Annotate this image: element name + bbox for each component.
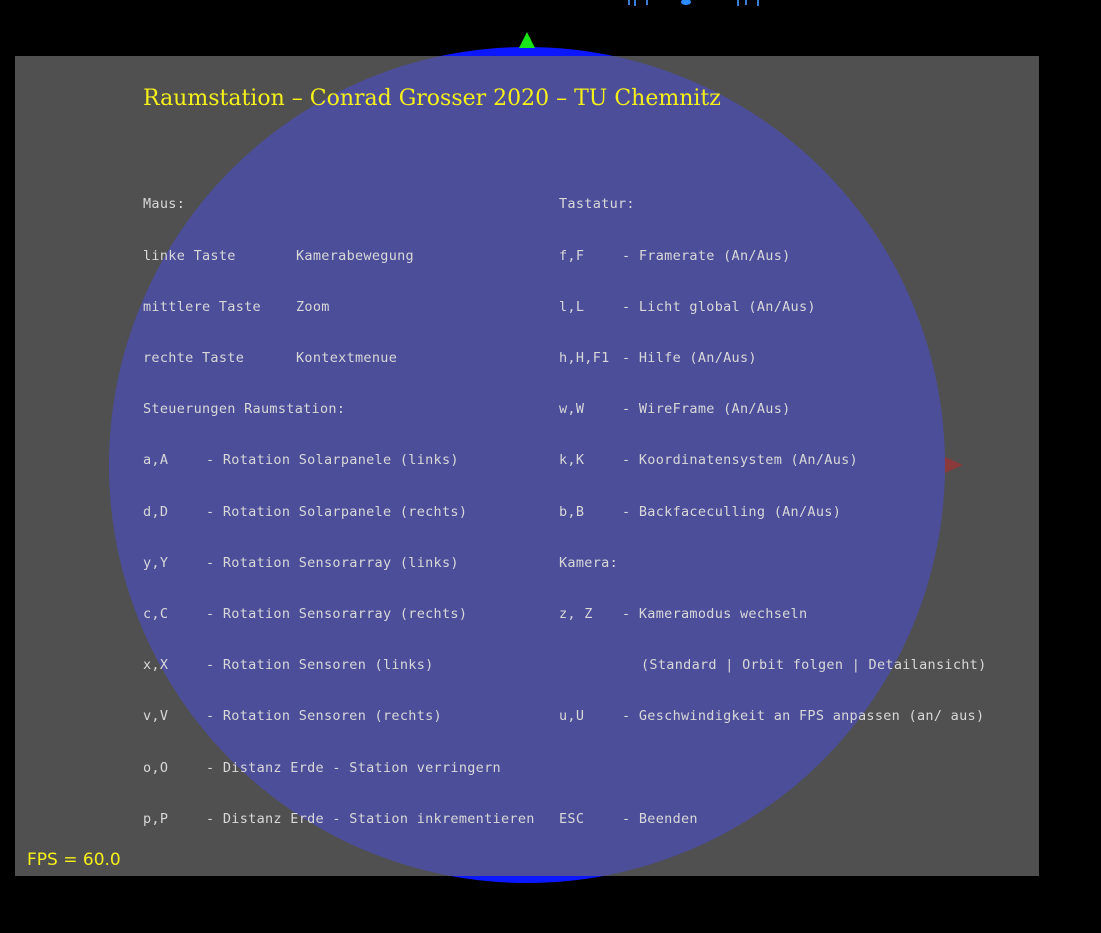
keyboard-key: w,W	[559, 401, 585, 417]
mouse-key: rechte Taste	[143, 350, 245, 366]
keyboard-action: - Koordinatensystem (An/Aus)	[622, 452, 858, 468]
camera-action: - Kameramodus wechseln	[622, 606, 808, 622]
station-key: c,C	[143, 606, 169, 622]
keyboard-action: - Backfaceculling (An/Aus)	[622, 504, 842, 520]
keyboard-key: k,K	[559, 452, 585, 468]
station-key: y,Y	[143, 555, 169, 571]
mouse-heading: Maus:	[143, 196, 186, 212]
help-overlay: Raumstation – Conrad Grosser 2020 – TU C…	[15, 56, 1039, 876]
station-key: p,P	[143, 811, 169, 827]
camera-heading: Kamera:	[559, 555, 618, 571]
station-key: x,X	[143, 657, 169, 673]
keyboard-key: b,B	[559, 504, 585, 520]
globe-overlay	[109, 56, 963, 876]
mouse-action: Kamerabewegung	[296, 248, 414, 264]
station-key: o,O	[143, 760, 169, 776]
keyboard-action: - Hilfe (An/Aus)	[622, 350, 757, 366]
satellite-fragment	[628, 0, 759, 6]
station-heading: Steuerungen Raumstation:	[143, 401, 346, 417]
station-action: - Rotation Sensoren (links)	[206, 657, 434, 673]
camera-action: - Geschwindigkeit an FPS anpassen (an/ a…	[622, 708, 985, 724]
station-action: - Rotation Solarpanele (links)	[206, 452, 459, 468]
keyboard-action: - Framerate (An/Aus)	[622, 248, 791, 264]
station-action: - Distanz Erde - Station inkrementieren	[206, 811, 535, 827]
mouse-key: linke Taste	[143, 248, 236, 264]
keyboard-key: l,L	[559, 299, 585, 315]
station-action: - Rotation Sensorarray (rechts)	[206, 606, 468, 622]
station-key: d,D	[143, 504, 169, 520]
camera-key: u,U	[559, 708, 585, 724]
station-action: - Distanz Erde - Station verringern	[206, 760, 501, 776]
station-action: - Rotation Sensorarray (links)	[206, 555, 459, 571]
mouse-action: Kontextmenue	[296, 350, 398, 366]
keyboard-action: - Licht global (An/Aus)	[622, 299, 816, 315]
x-axis-arrow-icon	[945, 457, 963, 473]
exit-key: ESC	[559, 811, 585, 827]
station-key: v,V	[143, 708, 169, 724]
fps-counter: FPS = 60.0	[27, 850, 121, 870]
page-title: Raumstation – Conrad Grosser 2020 – TU C…	[143, 86, 721, 111]
keyboard-action: - WireFrame (An/Aus)	[622, 401, 791, 417]
y-axis-arrow-icon	[519, 32, 535, 48]
station-key: a,A	[143, 452, 169, 468]
keyboard-key: h,H,F1	[559, 350, 610, 366]
station-action: - Rotation Sensoren (rechts)	[206, 708, 442, 724]
keyboard-heading: Tastatur:	[559, 196, 635, 212]
station-action: - Rotation Solarpanele (rechts)	[206, 504, 468, 520]
mouse-action: Zoom	[296, 299, 330, 315]
keyboard-key: f,F	[559, 248, 585, 264]
mouse-key: mittlere Taste	[143, 299, 261, 315]
camera-key: z, Z	[559, 606, 593, 622]
exit-action: - Beenden	[622, 811, 698, 827]
camera-action: (Standard | Orbit folgen | Detailansicht…	[641, 657, 987, 673]
